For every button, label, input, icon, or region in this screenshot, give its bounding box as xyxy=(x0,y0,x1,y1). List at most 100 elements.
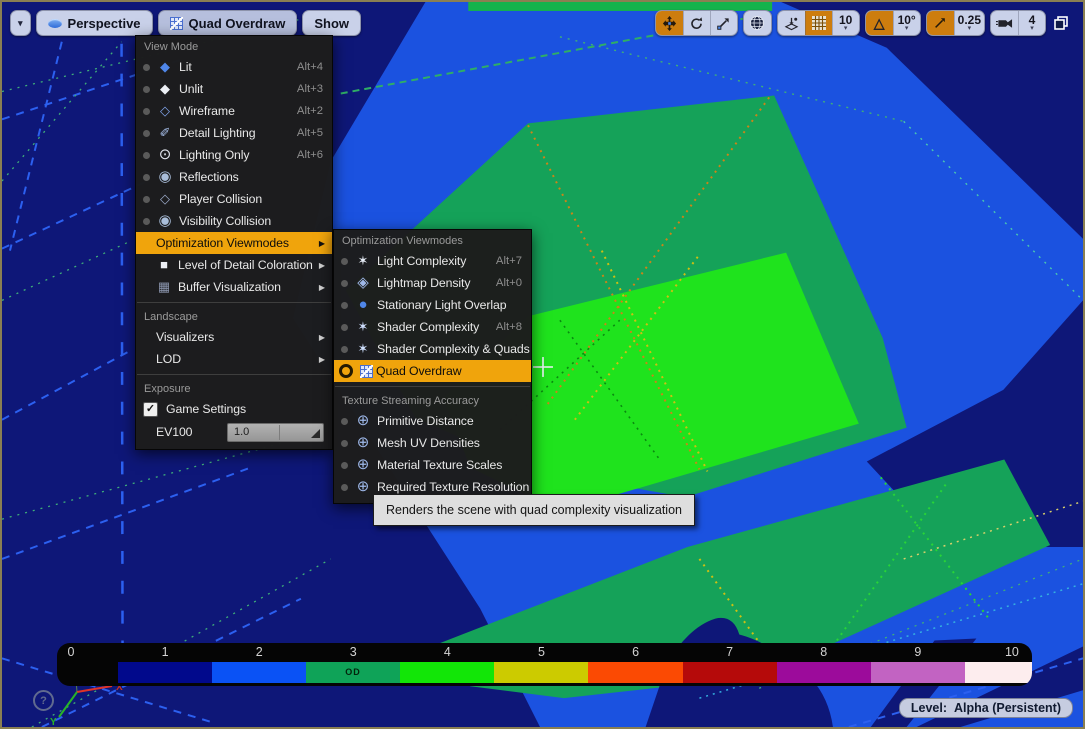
legend-number: 4 xyxy=(433,645,461,659)
shader-complexity-quads-icon: ✶ xyxy=(352,338,374,360)
rotate-tool-button[interactable] xyxy=(683,11,710,35)
tooltip: Renders the scene with quad complexity v… xyxy=(373,494,695,526)
menu-item-optimization-viewmodes[interactable]: Optimization Viewmodes ▶ xyxy=(136,232,332,254)
scale-tool-button[interactable] xyxy=(710,11,737,35)
scale-snap-icon xyxy=(933,16,947,30)
help-button[interactable]: ? xyxy=(33,690,54,711)
menu-title: View Mode xyxy=(136,37,332,56)
radio-dot xyxy=(143,108,150,115)
grid-snap-value: 10 xyxy=(839,15,852,26)
viewmode-label: Quad Overdraw xyxy=(189,16,286,31)
material-texture-scales-icon: ⊕ xyxy=(352,454,374,476)
radio-dot xyxy=(143,130,150,137)
submenu-arrow-icon: ▶ xyxy=(319,333,325,342)
menu-item-shortcut: Alt+4 xyxy=(297,61,323,73)
reflections-icon: ◉ xyxy=(154,166,176,188)
menu-item-unlit[interactable]: ◆ Unlit Alt+3 xyxy=(136,78,332,100)
menu-item-lighting-only[interactable]: ⊙ Lighting Only Alt+6 xyxy=(136,144,332,166)
menu-item-label: Material Texture Scales xyxy=(377,458,531,472)
menu-item-game-settings[interactable]: ✓ Game Settings xyxy=(136,398,332,420)
submenu-item-primitive-distance[interactable]: ⊕ Primitive Distance xyxy=(334,410,531,432)
menu-separator xyxy=(137,302,331,303)
menu-item-detail-lighting[interactable]: ✐ Detail Lighting Alt+5 xyxy=(136,122,332,144)
menu-item-buffer-visualization[interactable]: ▦ Buffer Visualization ▶ xyxy=(136,276,332,298)
menu-item-level-of-detail-coloration[interactable]: ■ Level of Detail Coloration ▶ xyxy=(136,254,332,276)
surface-snap-button[interactable] xyxy=(778,11,805,35)
menu-item-label: Reflections xyxy=(179,170,332,184)
menu-item-label: Primitive Distance xyxy=(377,414,531,428)
submenu-item-shader-complexity-quads[interactable]: ✶ Shader Complexity & Quads xyxy=(334,338,531,360)
required-texture-resolution-icon: ⊕ xyxy=(352,476,374,498)
axis-y-label: Y xyxy=(50,717,57,728)
menu-item-lit[interactable]: ◆ Lit Alt+4 xyxy=(136,56,332,78)
camera-speed-button[interactable] xyxy=(991,11,1018,35)
ev100-spinbox[interactable]: 1.0 xyxy=(227,423,324,442)
menu-item-label: Visibility Collision xyxy=(179,214,332,228)
legend-swatch xyxy=(494,662,588,683)
rotation-snap-group: △ 10° ▾ xyxy=(865,10,921,36)
scale-snap-value-dropdown[interactable]: 0.25 ▾ xyxy=(954,11,984,35)
menu-item-visibility-collision[interactable]: ◉ Visibility Collision xyxy=(136,210,332,232)
perspective-button[interactable]: Perspective xyxy=(36,10,153,36)
submenu-item-stationary-light-overlap[interactable]: ● Stationary Light Overlap xyxy=(334,294,531,316)
grid-snap-value-dropdown[interactable]: 10 ▾ xyxy=(832,11,859,35)
menu-item-lod[interactable]: LOD ▶ xyxy=(136,348,332,370)
rotation-snap-value-dropdown[interactable]: 10° ▾ xyxy=(893,11,920,35)
camera-speed-value-dropdown[interactable]: 4 ▾ xyxy=(1018,11,1045,35)
radio-selected xyxy=(339,364,353,378)
submenu-arrow-icon: ▶ xyxy=(319,261,325,270)
maximize-viewport-button[interactable] xyxy=(1051,13,1071,33)
legend-number: 3 xyxy=(339,645,367,659)
maximize-icon xyxy=(1053,15,1069,31)
submenu-arrow-icon: ▶ xyxy=(319,355,325,364)
menu-item-player-collision[interactable]: ◇ Player Collision xyxy=(136,188,332,210)
menu-item-label: Optimization Viewmodes xyxy=(156,236,319,250)
primitive-distance-icon: ⊕ xyxy=(352,410,374,432)
menu-item-label: Unlit xyxy=(179,82,291,96)
legend-swatch xyxy=(683,662,777,683)
menu-item-shortcut: Alt+6 xyxy=(297,149,323,161)
radio-dot xyxy=(143,86,150,93)
submenu-item-lightmap-density[interactable]: ◈ Lightmap Density Alt+0 xyxy=(334,272,531,294)
menu-item-label: Player Collision xyxy=(179,192,332,206)
stationary-light-overlap-icon: ● xyxy=(352,294,374,316)
radio-dot xyxy=(341,462,348,469)
caret-down-icon: ▾ xyxy=(844,26,848,32)
menu-item-visualizers[interactable]: Visualizers ▶ xyxy=(136,326,332,348)
viewport-options-button[interactable]: ▾ xyxy=(10,10,31,36)
scale-snap-toggle[interactable] xyxy=(927,11,954,35)
submenu-item-quad-overdraw[interactable]: Quad Overdraw xyxy=(334,360,531,382)
submenu-item-mesh-uv-densities[interactable]: ⊕ Mesh UV Densities xyxy=(334,432,531,454)
legend-number: 5 xyxy=(527,645,555,659)
menu-item-reflections[interactable]: ◉ Reflections xyxy=(136,166,332,188)
grid-snap-toggle[interactable] xyxy=(805,11,832,35)
scale-snap-value: 0.25 xyxy=(958,15,981,26)
viewport[interactable]: ▾ Perspective Quad Overdraw Show xyxy=(0,0,1085,729)
menu-item-shortcut: Alt+7 xyxy=(496,255,522,267)
scale-icon xyxy=(716,16,731,31)
rotation-snap-value: 10° xyxy=(898,15,916,26)
legend-swatch xyxy=(212,662,306,683)
show-button[interactable]: Show xyxy=(302,10,361,36)
camera-speed-value: 4 xyxy=(1029,15,1036,26)
rotation-snap-toggle[interactable]: △ xyxy=(866,11,893,35)
submenu-item-material-texture-scales[interactable]: ⊕ Material Texture Scales xyxy=(334,454,531,476)
spinbox-divider xyxy=(279,425,280,440)
move-tool-button[interactable] xyxy=(656,11,683,35)
legend-od-label: OD xyxy=(339,667,367,677)
lod-coloration-icon: ■ xyxy=(153,254,175,276)
viewmode-button[interactable]: Quad Overdraw xyxy=(158,10,298,36)
spinbox-grip xyxy=(311,429,320,438)
legend-number: 0 xyxy=(57,645,85,659)
submenu-item-light-complexity[interactable]: ✶ Light Complexity Alt+7 xyxy=(334,250,531,272)
menu-item-wireframe[interactable]: ◇ Wireframe Alt+2 xyxy=(136,100,332,122)
submenu-item-shader-complexity[interactable]: ✶ Shader Complexity Alt+8 xyxy=(334,316,531,338)
grid-snap-icon xyxy=(812,16,826,30)
game-settings-checkbox[interactable]: ✓ xyxy=(143,402,158,417)
level-badge-value: Alpha (Persistent) xyxy=(954,701,1061,715)
caret-down-icon: ▾ xyxy=(18,19,23,28)
shader-complexity-icon: ✶ xyxy=(352,316,374,338)
world-space-button[interactable] xyxy=(744,11,771,35)
menu-item-label: Wireframe xyxy=(179,104,291,118)
rotation-snap-icon: △ xyxy=(874,16,885,30)
